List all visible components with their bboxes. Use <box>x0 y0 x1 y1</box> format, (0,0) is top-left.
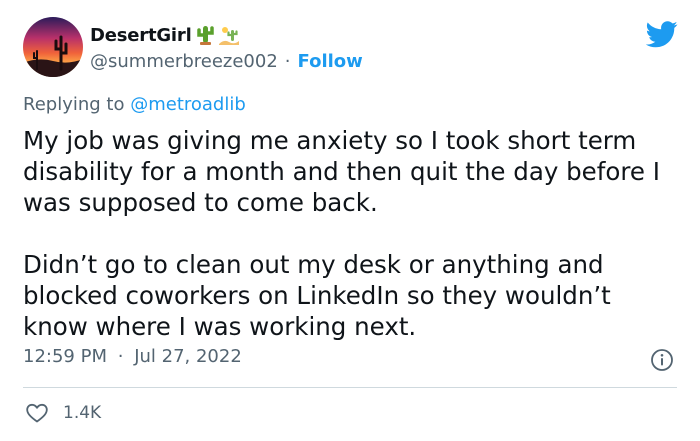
heart-icon <box>26 403 48 423</box>
replying-to: Replying to @metroadlib <box>23 94 246 115</box>
tweet-paragraph: Didn’t go to clean out my desk or anythi… <box>23 250 611 341</box>
desert-emoji <box>218 24 240 46</box>
separator-dot: · <box>284 50 291 72</box>
tweet-date: Jul 27, 2022 <box>134 346 242 367</box>
twitter-bird-icon[interactable] <box>646 21 678 48</box>
tweet-card: DesertGirl @summerbreeze002 · Follow Rep… <box>0 0 700 441</box>
handle-row: @summerbreeze002 · Follow <box>90 49 363 73</box>
follow-button[interactable]: Follow <box>298 51 363 72</box>
replying-to-label: Replying to <box>23 94 125 115</box>
like-count: 1.4K <box>63 403 102 423</box>
cactus-emoji <box>194 24 216 46</box>
display-name[interactable]: DesertGirl <box>90 25 192 46</box>
author-name-row: DesertGirl <box>90 22 240 48</box>
reply-mention-link[interactable]: @metroadlib <box>130 94 246 115</box>
tweet-text: My job was giving me anxiety so I took s… <box>23 125 683 342</box>
tweet-time: 12:59 PM <box>23 346 107 367</box>
avatar[interactable] <box>23 17 83 77</box>
like-button[interactable]: 1.4K <box>25 400 101 426</box>
author-handle[interactable]: @summerbreeze002 <box>90 51 278 72</box>
tweet-paragraph: My job was giving me anxiety so I took s… <box>23 126 660 217</box>
separator-dot: · <box>117 346 124 367</box>
divider <box>23 387 677 388</box>
tweet-timestamp[interactable]: 12:59 PM · Jul 27, 2022 <box>23 346 242 367</box>
info-icon[interactable] <box>650 348 674 372</box>
